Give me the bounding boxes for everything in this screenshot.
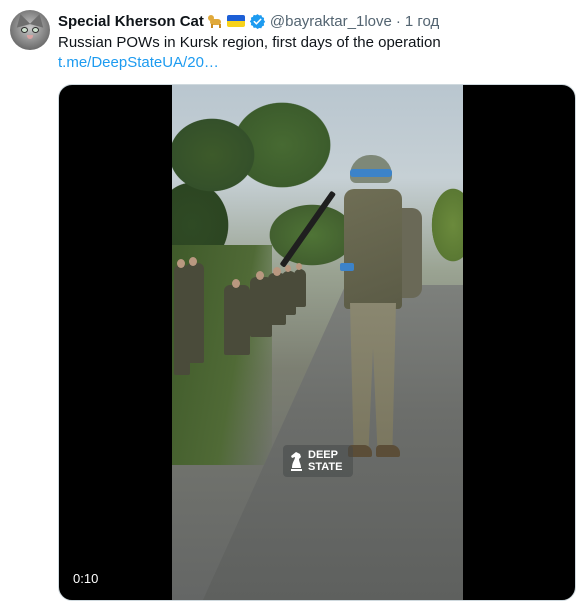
- verified-badge-icon: [249, 13, 266, 29]
- soldier-figure: [279, 153, 432, 493]
- display-name[interactable]: Special Kherson Cat: [58, 13, 204, 30]
- watermark-text: DEEP STATE: [308, 449, 342, 473]
- separator-dot: ·: [395, 12, 401, 30]
- watermark-line-2: STATE: [308, 461, 343, 473]
- deepstate-watermark: DEEP STATE: [283, 445, 353, 477]
- cat-eye-right: [32, 27, 39, 33]
- dog-icon: [207, 13, 224, 29]
- seated-prisoners: [172, 255, 312, 455]
- ukraine-flag-icon: [226, 15, 245, 27]
- tweet-text: Russian POWs in Kursk region, first days…: [58, 34, 441, 51]
- cat-ear-left: [13, 12, 31, 28]
- timestamp[interactable]: 1 год: [405, 13, 439, 30]
- cat-eye-left: [21, 27, 28, 33]
- video-duration: 0:10: [73, 571, 99, 586]
- cat-nose: [27, 35, 33, 39]
- tweet-header: Special Kherson Cat @bayraktar_1love · 1…: [58, 11, 439, 31]
- user-handle[interactable]: @bayraktar_1love: [270, 13, 392, 30]
- video-frame[interactable]: DEEP STATE: [172, 85, 463, 600]
- video-player[interactable]: DEEP STATE 0:10: [58, 84, 576, 601]
- avatar[interactable]: [10, 10, 50, 50]
- tweet-link[interactable]: t.me/DeepStateUA/20…: [58, 53, 219, 73]
- chess-knight-icon: [291, 452, 302, 471]
- watermark-line-1: DEEP: [308, 449, 338, 461]
- cat-ear-right: [29, 12, 47, 28]
